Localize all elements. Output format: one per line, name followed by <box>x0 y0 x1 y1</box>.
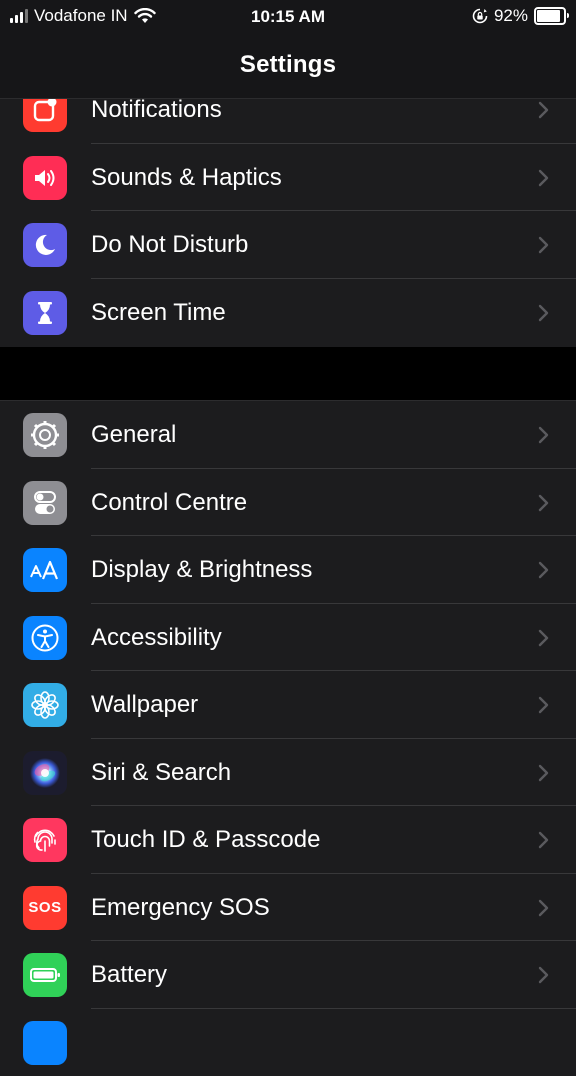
row-general[interactable]: General <box>0 401 576 469</box>
chevron-right-icon <box>536 899 552 917</box>
row-accessibility[interactable]: Accessibility <box>0 604 576 672</box>
chevron-right-icon <box>536 966 552 984</box>
row-label: Emergency SOS <box>91 874 270 942</box>
row-label: Touch ID & Passcode <box>91 806 320 874</box>
row-wallpaper[interactable]: Wallpaper <box>0 671 576 739</box>
text-size-icon <box>23 548 67 592</box>
row-label: Wallpaper <box>91 671 198 739</box>
row-display-brightness[interactable]: Display & Brightness <box>0 536 576 604</box>
chevron-right-icon <box>536 236 552 254</box>
battery-percent: 92% <box>494 6 528 26</box>
chevron-right-icon <box>536 169 552 187</box>
row-label: Siri & Search <box>91 739 231 807</box>
sos-icon: SOS <box>23 886 67 930</box>
row-label: Sounds & Haptics <box>91 144 282 212</box>
battery-row-icon <box>23 953 67 997</box>
battery-icon <box>534 7 566 25</box>
nav-bar: Settings <box>0 34 576 99</box>
row-label: Accessibility <box>91 604 222 672</box>
chevron-right-icon <box>536 561 552 579</box>
row-label: Display & Brightness <box>91 536 312 604</box>
chevron-right-icon <box>536 831 552 849</box>
sos-icon-text: SOS <box>28 899 61 916</box>
chevron-right-icon <box>536 696 552 714</box>
moon-icon <box>23 223 67 267</box>
toggles-icon <box>23 481 67 525</box>
status-right: 92% <box>472 6 566 26</box>
chevron-right-icon <box>536 101 552 119</box>
gear-icon <box>23 413 67 457</box>
row-label: Do Not Disturb <box>91 211 248 279</box>
flower-icon <box>23 683 67 727</box>
status-bar: Vodafone IN 10:15 AM 92% <box>0 0 576 34</box>
row-battery[interactable]: Battery <box>0 941 576 1009</box>
partial-icon <box>23 1021 67 1065</box>
speaker-icon <box>23 156 67 200</box>
chevron-right-icon <box>536 304 552 322</box>
row-label: Screen Time <box>91 279 226 347</box>
row-label: General <box>91 401 176 469</box>
row-label: Control Centre <box>91 469 247 537</box>
page-title: Settings <box>240 51 336 79</box>
section-gap <box>0 347 576 400</box>
accessibility-icon <box>23 616 67 660</box>
row-partial-next[interactable] <box>0 1009 576 1076</box>
row-siri-search[interactable]: Siri & Search <box>0 739 576 807</box>
chevron-right-icon <box>536 629 552 647</box>
row-sounds-haptics[interactable]: Sounds & Haptics <box>0 144 576 212</box>
row-control-centre[interactable]: Control Centre <box>0 469 576 537</box>
hourglass-icon <box>23 291 67 335</box>
orientation-lock-icon <box>472 8 488 24</box>
siri-icon <box>23 751 67 795</box>
settings-group-1: Notifications Sounds & Haptics Do Not Di… <box>0 76 576 346</box>
row-label: Battery <box>91 941 167 1009</box>
chevron-right-icon <box>536 764 552 782</box>
row-screen-time[interactable]: Screen Time <box>0 279 576 347</box>
chevron-right-icon <box>536 426 552 444</box>
row-emergency-sos[interactable]: SOS Emergency SOS <box>0 874 576 942</box>
settings-group-2: General Control Centre Display & Brightn… <box>0 400 576 1076</box>
fingerprint-icon <box>23 818 67 862</box>
row-touch-id-passcode[interactable]: Touch ID & Passcode <box>0 806 576 874</box>
chevron-right-icon <box>536 494 552 512</box>
row-do-not-disturb[interactable]: Do Not Disturb <box>0 211 576 279</box>
